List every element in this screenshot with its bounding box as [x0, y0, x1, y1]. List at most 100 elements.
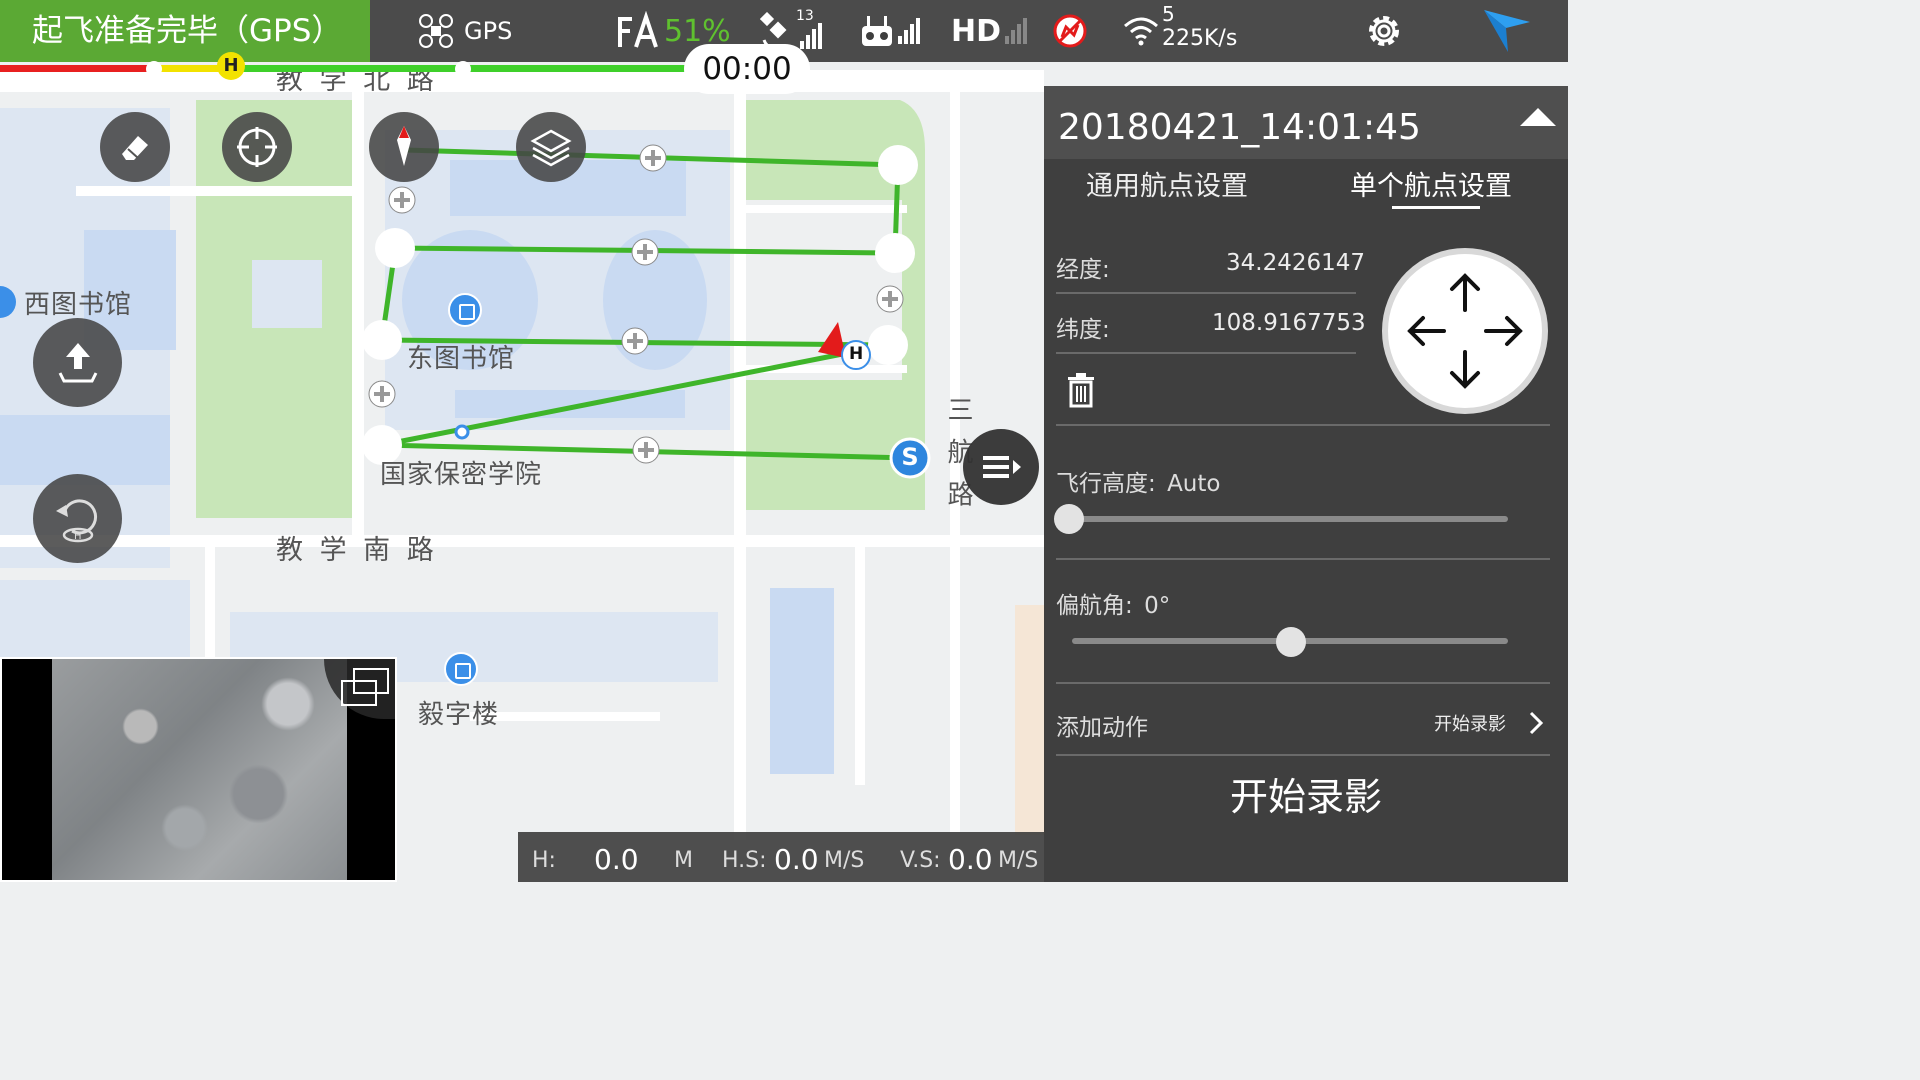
vertical-speed-label: V.S:	[900, 848, 941, 873]
longitude-value[interactable]: 34.2426147	[1226, 250, 1365, 276]
divider	[1056, 754, 1550, 756]
location-dot-icon	[454, 424, 470, 440]
place-label: 东图书馆	[407, 344, 516, 374]
locate-button[interactable]	[222, 112, 292, 182]
eraser-icon	[122, 136, 148, 160]
collapse-icon[interactable]	[1520, 108, 1556, 126]
heading-row: 偏航角: 0°	[1056, 586, 1170, 620]
satellite-count: 13	[796, 8, 814, 24]
flight-status[interactable]: 起飞准备完毕（GPS）	[0, 0, 370, 62]
swap-view-icon	[341, 668, 389, 706]
waypoint-marker[interactable]	[875, 233, 915, 273]
start-recording-action[interactable]: 开始录影	[1044, 766, 1568, 821]
settings-button[interactable]	[1360, 0, 1408, 62]
mission-send-button[interactable]	[1482, 0, 1532, 62]
altitude-slider-knob[interactable]	[1054, 504, 1084, 534]
waypoint-direction-pad[interactable]	[1382, 248, 1548, 414]
progress-knob[interactable]	[146, 61, 162, 77]
remote-signal-indicator[interactable]	[860, 0, 922, 62]
svg-text:H: H	[74, 531, 82, 542]
height-value: 0.0	[594, 843, 639, 876]
altitude-value: Auto	[1167, 471, 1221, 497]
road-label: 教 学 南 路	[276, 535, 438, 566]
arrow-right-icon	[1484, 316, 1523, 346]
avoidance-off-icon	[1053, 14, 1087, 48]
place-label: 毅字楼	[418, 700, 500, 730]
wifi-indicator[interactable]: 5 225K/s	[1122, 0, 1237, 62]
progress-knob[interactable]	[455, 61, 471, 77]
heading-label: 偏航角:	[1056, 593, 1133, 619]
obstacle-avoidance-indicator[interactable]	[1052, 0, 1088, 62]
latitude-value[interactable]: 108.9167753	[1212, 310, 1366, 336]
tab-single-waypoint[interactable]: 单个航点设置	[1350, 164, 1512, 203]
waypoint-marker[interactable]	[868, 325, 908, 365]
wifi-speed: 225K/s	[1162, 26, 1238, 51]
waypoint-marker[interactable]	[362, 320, 402, 360]
mission-title: 20180421_14:01:45	[1044, 86, 1568, 159]
battery-icon	[618, 11, 658, 48]
hd-signal-icon	[1005, 18, 1029, 44]
hd-signal-indicator[interactable]: HD	[951, 0, 1029, 62]
paper-plane-icon	[1484, 10, 1530, 52]
hd-label: HD	[951, 13, 1002, 49]
layers-icon	[530, 129, 572, 167]
divider	[1056, 292, 1356, 294]
wifi-count: 5	[1162, 2, 1175, 26]
library-icon	[448, 293, 482, 327]
home-progress-marker: H	[217, 52, 245, 80]
tab-general-waypoint[interactable]: 通用航点设置	[1086, 164, 1248, 203]
longitude-label: 经度:	[1056, 257, 1110, 283]
flight-timer: 00:00	[684, 44, 810, 94]
wifi-icon	[1124, 17, 1158, 46]
arrow-up-icon	[1450, 273, 1480, 312]
telemetry-bar: H: 0.0 M H.S: 0.0 M/S V.S: 0.0 M/S	[518, 832, 1044, 882]
add-action-value[interactable]: 开始录影	[1434, 710, 1506, 736]
return-home-button[interactable]: H	[33, 474, 122, 563]
aircraft-locate-button[interactable]	[369, 112, 439, 182]
divider	[1056, 424, 1550, 426]
return-home-icon: H	[55, 498, 97, 542]
divider	[1056, 558, 1550, 560]
divider	[1056, 682, 1550, 684]
arrow-down-icon	[1450, 350, 1480, 389]
drone-icon	[419, 14, 453, 48]
trash-icon	[1068, 373, 1094, 408]
start-marker-label: S	[901, 443, 919, 471]
horizontal-speed-label: H.S:	[722, 848, 767, 873]
vertical-speed-value: 0.0	[948, 843, 993, 876]
heading-slider-knob[interactable]	[1276, 627, 1306, 657]
map-pin-icon	[397, 126, 411, 166]
height-unit: M	[674, 848, 693, 873]
remote-signal-icon	[898, 18, 922, 44]
eraser-button[interactable]	[100, 112, 170, 182]
vertical-speed-unit: M/S	[998, 848, 1039, 873]
horizontal-speed-unit: M/S	[824, 848, 865, 873]
latitude-label: 纬度:	[1056, 317, 1110, 343]
delete-waypoint-button[interactable]	[1066, 372, 1096, 412]
altitude-slider-track[interactable]	[1068, 516, 1508, 522]
divider	[1056, 352, 1356, 354]
gps-indicator[interactable]: GPS	[418, 0, 512, 62]
altitude-label: 飞行高度:	[1056, 471, 1156, 497]
takeoff-button[interactable]	[33, 318, 122, 407]
panel-toggle-button[interactable]	[963, 429, 1039, 505]
gps-label: GPS	[464, 17, 513, 45]
arrow-left-icon	[1407, 316, 1446, 346]
satellite-signal-icon	[800, 23, 824, 49]
waypoint-marker[interactable]	[375, 228, 415, 268]
chevron-right-icon[interactable]	[1528, 710, 1544, 740]
waypoint-marker[interactable]	[878, 145, 918, 185]
progress-red-segment	[0, 65, 155, 72]
camera-preview[interactable]	[0, 657, 397, 882]
add-action-label[interactable]: 添加动作	[1056, 708, 1148, 742]
takeoff-icon	[58, 342, 97, 382]
heading-value: 0°	[1144, 593, 1171, 619]
map-layers-button[interactable]	[516, 112, 586, 182]
menu-icon	[983, 456, 1021, 478]
height-label: H:	[532, 848, 556, 873]
horizontal-speed-value: 0.0	[774, 843, 819, 876]
home-marker-label: H	[849, 344, 864, 364]
active-tab-indicator	[1392, 206, 1480, 209]
flight-progress-bar: H	[0, 52, 690, 80]
altitude-row: 飞行高度: Auto	[1056, 464, 1220, 498]
